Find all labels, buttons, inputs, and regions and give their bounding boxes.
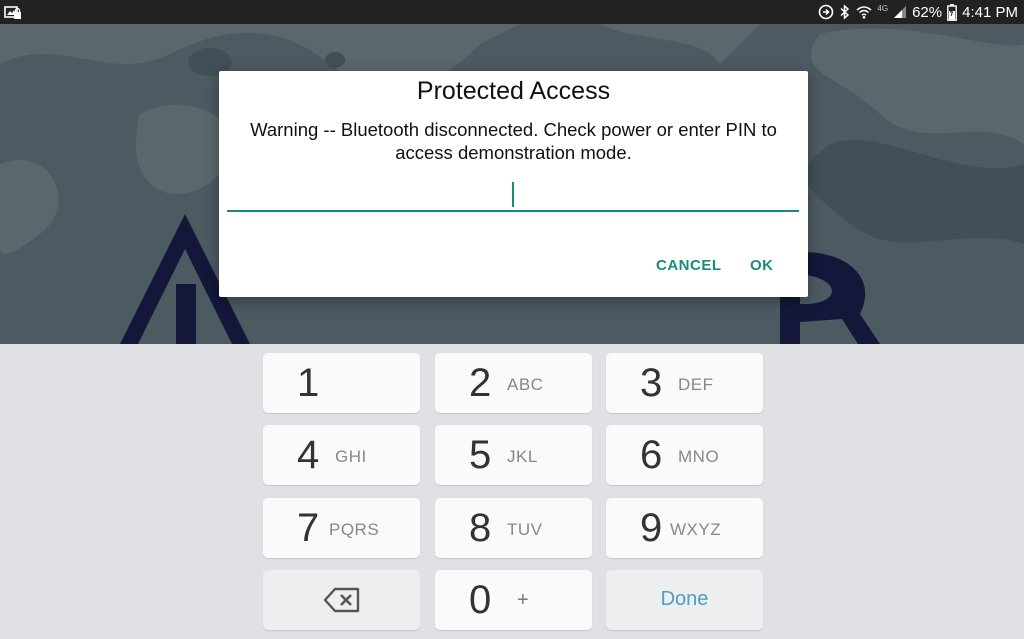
key-9[interactable]: 9 WXYZ [606, 498, 763, 558]
key-5[interactable]: 5 JKL [435, 425, 592, 485]
key-letters: GHI [335, 447, 367, 466]
key-letters: ABC [507, 375, 544, 394]
key-0[interactable]: 0 + [435, 570, 592, 630]
numeric-keyboard: 1 2 ABC 3 DEF 4 GHI 5 JKL 6 MNO 7 PQRS 8… [0, 344, 1024, 639]
key-digit: 0 [469, 578, 492, 622]
battery-percent: 62% [912, 3, 943, 21]
key-digit: 1 [297, 361, 320, 405]
bluetooth-icon [839, 4, 851, 20]
key-digit: 9 [640, 506, 663, 550]
key-letters: + [517, 589, 529, 611]
key-letters: TUV [507, 520, 543, 539]
cancel-button[interactable]: CANCEL [656, 257, 722, 274]
lte-icon: 4G [877, 3, 889, 13]
key-digit: 3 [640, 361, 663, 405]
key-digit: 2 [469, 361, 492, 405]
key-digit: 8 [469, 506, 492, 550]
key-digit: 6 [640, 433, 663, 477]
key-letters: JKL [507, 447, 538, 466]
key-letters: WXYZ [670, 520, 722, 539]
key-7[interactable]: 7 PQRS [263, 498, 420, 558]
backspace-icon [323, 587, 361, 618]
status-bar: 4G 62% 4:41 PM [0, 0, 1024, 24]
key-8[interactable]: 8 TUV [435, 498, 592, 558]
protected-access-dialog: Protected Access Warning -- Bluetooth di… [219, 71, 808, 297]
text-cursor [512, 182, 514, 207]
done-key[interactable]: Done [606, 570, 763, 630]
done-label: Done [660, 588, 709, 610]
key-1[interactable]: 1 [263, 353, 420, 413]
photo-lock-icon [4, 3, 22, 25]
dialog-title: Protected Access [416, 77, 611, 105]
key-2[interactable]: 2 ABC [435, 353, 592, 413]
signal-icon [893, 5, 907, 19]
key-4[interactable]: 4 GHI [263, 425, 420, 485]
key-letters: DEF [678, 375, 714, 394]
backspace-key[interactable] [263, 570, 420, 630]
key-3[interactable]: 3 DEF [606, 353, 763, 413]
key-digit: 5 [469, 433, 492, 477]
sync-icon [818, 4, 834, 20]
battery-icon [947, 3, 958, 21]
key-letters: PQRS [329, 520, 380, 539]
ok-button[interactable]: OK [750, 257, 774, 274]
dialog-message: Warning -- Bluetooth disconnected. Check… [250, 119, 777, 163]
key-6[interactable]: 6 MNO [606, 425, 763, 485]
key-digit: 4 [297, 433, 320, 477]
status-time: 4:41 PM [962, 3, 1018, 21]
key-letters: MNO [678, 447, 720, 466]
wifi-icon [856, 5, 872, 19]
key-digit: 7 [297, 506, 320, 550]
pin-input[interactable] [227, 179, 799, 212]
